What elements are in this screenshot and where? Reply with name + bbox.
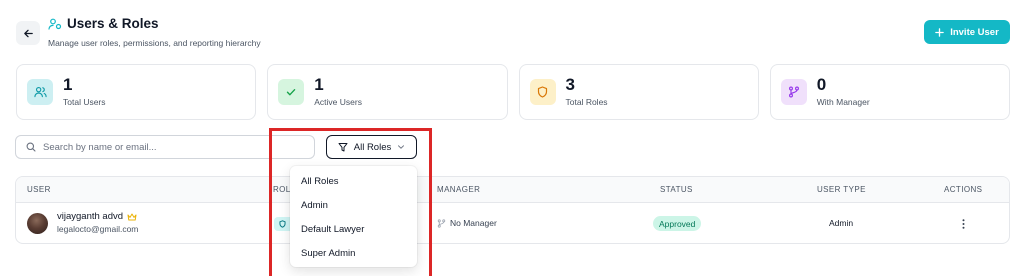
git-branch-icon <box>437 218 446 228</box>
avatar <box>27 213 48 234</box>
search-icon <box>26 142 36 152</box>
dropdown-option-all-roles[interactable]: All Roles <box>290 169 417 193</box>
users-icon <box>33 86 47 98</box>
dropdown-option-default-lawyer[interactable]: Default Lawyer <box>290 217 417 241</box>
row-actions-button[interactable] <box>955 215 971 233</box>
search-input[interactable] <box>43 141 293 153</box>
users-cog-icon <box>48 18 62 30</box>
table-row[interactable]: vijayganth advd legalocto@gmail.com No M… <box>16 203 1009 243</box>
git-branch-icon <box>788 86 799 98</box>
stat-icon-box <box>780 79 807 105</box>
stat-label: Total Users <box>63 97 106 107</box>
stat-label: With Manager <box>816 97 870 107</box>
search-box[interactable] <box>15 135 315 159</box>
page-subtitle: Manage user roles, permissions, and repo… <box>48 38 261 48</box>
user-name-text: vijayganth advd <box>57 211 124 222</box>
invite-user-button[interactable]: Invite User <box>924 20 1010 44</box>
stat-value: 3 <box>565 75 575 94</box>
stat-icon-box <box>529 79 556 105</box>
stat-icon-box <box>278 79 305 105</box>
crown-icon <box>127 213 137 220</box>
column-header-user: USER <box>27 185 51 194</box>
stat-card-total-roles: 3 Total Roles <box>518 64 759 120</box>
user-name: vijayganth advd <box>57 211 137 222</box>
user-type-cell: Admin <box>829 218 854 228</box>
arrow-left-icon <box>23 29 33 37</box>
invite-user-label: Invite User <box>950 26 999 38</box>
stat-label: Total Roles <box>565 97 608 107</box>
stat-label: Active Users <box>314 97 362 107</box>
more-vertical-icon <box>962 219 964 229</box>
stat-value: 0 <box>816 75 827 94</box>
filter-icon <box>338 143 348 152</box>
column-header-actions: ACTIONS <box>944 185 983 194</box>
chevron-down-icon <box>398 145 405 149</box>
column-header-user-type: USER TYPE <box>817 185 866 194</box>
stat-value: 1 <box>63 75 73 94</box>
role-filter-select[interactable]: All Roles <box>326 135 417 159</box>
status-badge: Approved <box>653 216 702 231</box>
stat-value: 1 <box>314 75 324 94</box>
dropdown-option-admin[interactable]: Admin <box>290 193 417 217</box>
users-table: USER ROLE MANAGER STATUS USER TYPE ACTIO… <box>15 176 1010 244</box>
stats-row: 1 Total Users 1 Active Users 3 Total Rol… <box>16 64 1010 120</box>
manager-text: No Manager <box>450 218 497 228</box>
check-icon <box>287 89 296 96</box>
stat-card-with-manager: 0 With Manager <box>769 64 1010 120</box>
manager-cell: No Manager <box>437 218 497 228</box>
stat-card-total-users: 1 Total Users <box>16 64 257 120</box>
column-header-manager: MANAGER <box>437 185 481 194</box>
shield-icon <box>279 220 286 228</box>
stat-icon-box <box>27 79 53 105</box>
plus-icon <box>935 27 944 37</box>
page-header: Users & Roles Manage user roles, permiss… <box>16 14 1010 50</box>
stat-card-active-users: 1 Active Users <box>267 64 508 120</box>
shield-icon <box>537 86 548 98</box>
column-header-status: STATUS <box>660 185 693 194</box>
dropdown-option-super-admin[interactable]: Super Admin <box>290 241 417 265</box>
table-header: USER ROLE MANAGER STATUS USER TYPE ACTIO… <box>16 177 1009 203</box>
user-email: legalocto@gmail.com <box>57 224 139 234</box>
role-filter-value: All Roles <box>353 141 392 153</box>
back-button[interactable] <box>16 21 40 45</box>
page-title: Users & Roles <box>67 16 159 31</box>
role-dropdown-menu: All Roles Admin Default Lawyer Super Adm… <box>290 166 417 267</box>
